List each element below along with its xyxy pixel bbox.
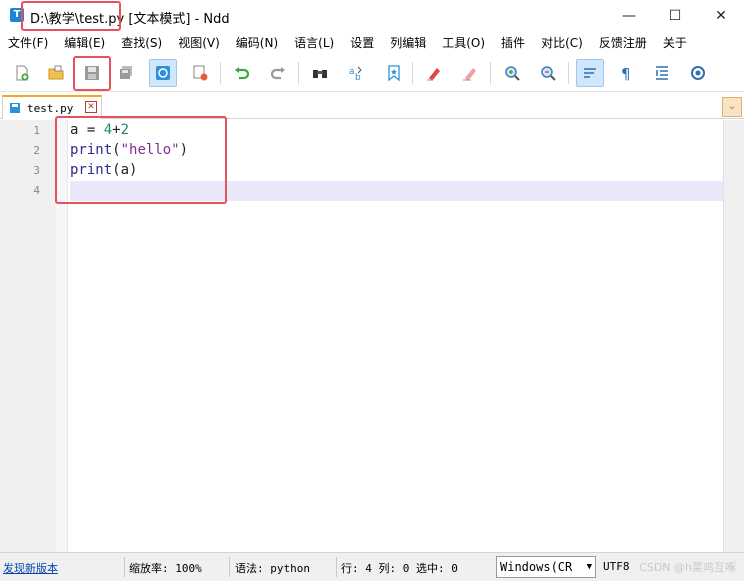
clear-mark-icon[interactable] [456, 59, 484, 87]
menu-file[interactable]: 文件(F) [0, 32, 56, 54]
line-number: 2 [33, 144, 40, 157]
tab-close-icon[interactable]: ✕ [85, 101, 97, 113]
indent-guide-icon[interactable] [648, 59, 676, 87]
line-number: 1 [33, 124, 40, 137]
tab-label: test.py [27, 101, 74, 115]
code-highlight-box [55, 116, 227, 204]
save-all-icon[interactable] [112, 59, 140, 87]
title-mode: [文本模式] - Ndd [124, 12, 230, 27]
svg-text:b: b [355, 73, 361, 82]
zoom-status: 缩放率: 100% [129, 562, 202, 575]
title-highlight-box [21, 1, 121, 31]
watermark: CSDN @h菜鸡互啄 [639, 561, 736, 574]
status-bar: 发现新版本 缩放率: 100% 语法: python 行: 4 列: 0 选中:… [0, 552, 744, 581]
svg-text:¶: ¶ [621, 65, 631, 82]
menu-plugins[interactable]: 插件 [493, 32, 533, 54]
show-symbols-icon[interactable]: ¶ [612, 59, 640, 87]
zoom-out-icon[interactable] [534, 59, 562, 87]
menu-search[interactable]: 查找(S) [113, 32, 170, 54]
menu-compare[interactable]: 对比(C) [533, 32, 591, 54]
saved-file-icon [10, 103, 20, 113]
find-icon[interactable] [306, 59, 334, 87]
vertical-scrollbar[interactable] [723, 120, 744, 552]
tab-list-dropdown-icon[interactable]: ⌄ [722, 97, 742, 117]
redo-icon[interactable] [264, 59, 292, 87]
update-link[interactable]: 发现新版本 [3, 560, 58, 576]
menu-language[interactable]: 语言(L) [286, 32, 342, 54]
line-number-gutter: 1 2 3 4 [0, 120, 56, 552]
menu-view[interactable]: 视图(V) [170, 32, 228, 54]
menu-tools[interactable]: 工具(O) [434, 32, 493, 54]
save-highlight-box [73, 56, 111, 91]
menu-bar: 文件(F) 编辑(E) 查找(S) 视图(V) 编码(N) 语言(L) 设置 列… [0, 32, 744, 54]
maximize-button[interactable]: ☐ [652, 0, 698, 32]
replace-icon[interactable]: ab [342, 59, 370, 87]
menu-column-edit[interactable]: 列编辑 [382, 32, 434, 54]
close-window-button[interactable]: ✕ [698, 0, 744, 32]
menu-about[interactable]: 关于 [655, 32, 695, 54]
open-file-icon[interactable] [42, 59, 70, 87]
bookmark-icon[interactable] [380, 59, 408, 87]
svg-text:a: a [349, 67, 355, 77]
close-file-icon[interactable] [149, 59, 177, 87]
line-number: 3 [33, 164, 40, 177]
menu-settings[interactable]: 设置 [342, 32, 382, 54]
cursor-position-status: 行: 4 列: 0 选中: 0 [341, 562, 458, 575]
zoom-in-icon[interactable] [498, 59, 526, 87]
settings-icon[interactable] [684, 59, 712, 87]
close-all-icon[interactable] [186, 59, 214, 87]
mark-icon[interactable] [420, 59, 448, 87]
syntax-status: 语法: python [235, 562, 310, 575]
menu-feedback[interactable]: 反馈注册 [591, 32, 655, 54]
encoding-status: UTF8 [603, 560, 630, 573]
minimize-button[interactable]: — [606, 0, 652, 32]
line-number: 4 [33, 184, 40, 197]
menu-edit[interactable]: 编辑(E) [56, 32, 113, 54]
wrap-icon[interactable] [576, 59, 604, 87]
line-ending-select[interactable]: Windows(CR ▼ [496, 556, 596, 578]
undo-icon[interactable] [228, 59, 256, 87]
toolbar: ab ¶ [0, 54, 744, 92]
new-file-icon[interactable] [8, 59, 36, 87]
menu-encoding[interactable]: 编码(N) [228, 32, 286, 54]
